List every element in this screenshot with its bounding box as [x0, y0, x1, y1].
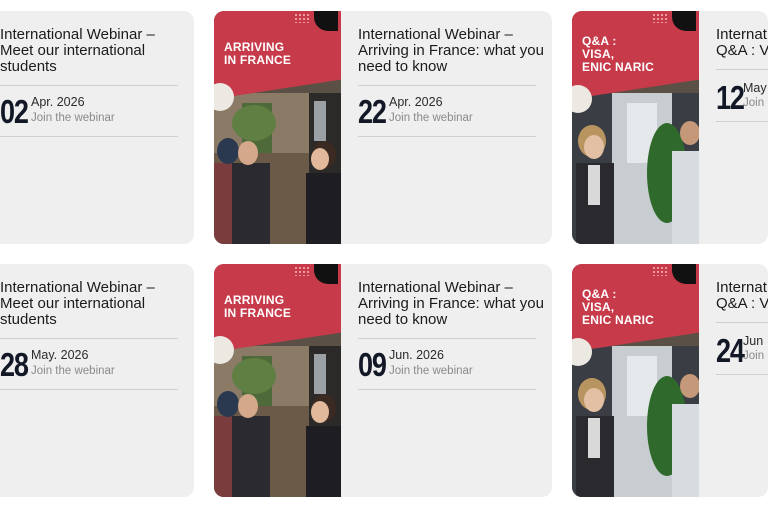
card-title[interactable]: International Webinar – Arriving in Fran… — [358, 27, 544, 75]
join-webinar-link[interactable]: Join the webinar — [31, 112, 115, 124]
event-month: Apr. 2026 — [389, 95, 443, 109]
divider — [716, 322, 768, 323]
event-month: May. 2026 — [31, 348, 89, 362]
divider — [716, 69, 768, 70]
banner-text: ARRIVING IN FRANCE — [224, 293, 292, 320]
join-webinar-link[interactable]: Join — [743, 97, 764, 109]
card-title[interactable]: Internat Q&A : Vi — [716, 280, 768, 312]
divider — [0, 338, 178, 339]
event-month: May — [743, 81, 767, 95]
event-day: 28 — [0, 346, 29, 383]
banner-text: Q&A : VISA, ENIC NARIC — [582, 34, 655, 74]
event-month: Jun — [743, 334, 764, 348]
webinar-card[interactable]: ARRIVING IN FRANCE International Webinar … — [214, 11, 552, 244]
divider — [716, 374, 768, 375]
join-webinar-link[interactable]: Join the webinar — [31, 365, 115, 377]
event-photo — [214, 93, 341, 244]
divider — [358, 136, 536, 137]
webinar-thumbnail[interactable]: ARRIVING IN FRANCE — [214, 264, 341, 497]
event-day: 12 — [716, 79, 745, 116]
card-title[interactable]: International Webinar – Meet our interna… — [0, 280, 186, 328]
banner-text: Q&A : VISA, ENIC NARIC — [582, 287, 655, 327]
divider — [0, 389, 178, 390]
join-webinar-link[interactable]: Join — [743, 350, 764, 362]
event-day: 24 — [716, 332, 745, 369]
event-month: Jun. 2026 — [389, 348, 444, 362]
event-month: Apr. 2026 — [31, 95, 85, 109]
event-photo — [572, 346, 699, 497]
join-webinar-link[interactable]: Join the webinar — [389, 112, 473, 124]
event-day: 22 — [358, 93, 387, 130]
webinar-card[interactable]: International Webinar – Meet our interna… — [0, 264, 194, 497]
webinar-card[interactable]: ARRIVING IN FRANCE International Webinar … — [214, 264, 552, 497]
event-photo — [214, 346, 341, 497]
divider — [358, 389, 536, 390]
banner-text: ARRIVING IN FRANCE — [224, 40, 292, 67]
webinar-card[interactable]: Q&A : VISA, ENIC NARIC Internat Q&A : Vi 2… — [572, 264, 768, 497]
webinar-thumbnail[interactable]: Q&A : VISA, ENIC NARIC — [572, 11, 699, 244]
divider — [0, 85, 178, 86]
card-title[interactable]: Internat Q&A : Vi — [716, 27, 768, 59]
webinar-thumbnail[interactable]: ARRIVING IN FRANCE — [214, 11, 341, 244]
card-title[interactable]: International Webinar – Arriving in Fran… — [358, 280, 544, 328]
join-webinar-link[interactable]: Join the webinar — [389, 365, 473, 377]
event-photo — [572, 93, 699, 244]
card-title[interactable]: International Webinar – Meet our interna… — [0, 27, 186, 75]
webinar-card[interactable]: International Webinar – Meet our interna… — [0, 11, 194, 244]
divider — [358, 338, 536, 339]
event-day: 02 — [0, 93, 29, 130]
webinar-card[interactable]: Q&A : VISA, ENIC NARIC Internat Q&A : Vi 1… — [572, 11, 768, 244]
divider — [0, 136, 178, 137]
event-day: 09 — [358, 346, 387, 383]
divider — [358, 85, 536, 86]
divider — [716, 121, 768, 122]
webinar-thumbnail[interactable]: Q&A : VISA, ENIC NARIC — [572, 264, 699, 497]
